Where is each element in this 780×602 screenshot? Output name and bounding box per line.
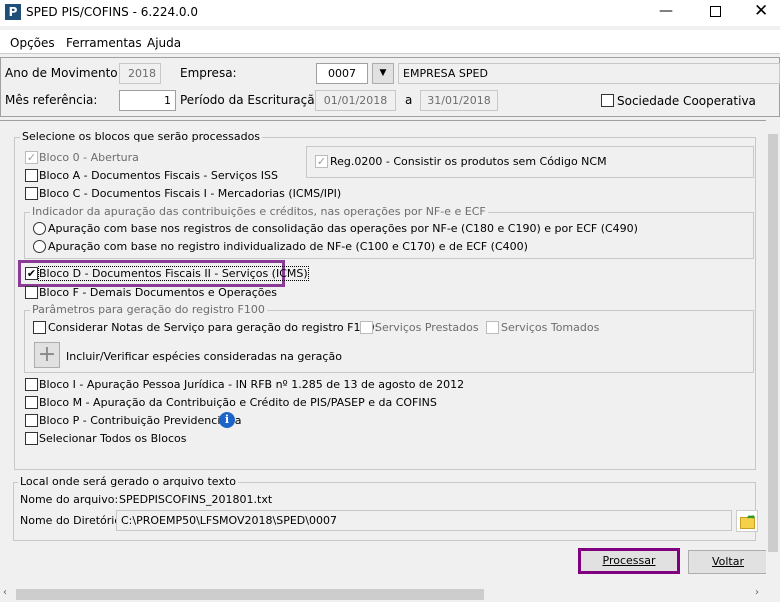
radio-consolidacao[interactable] xyxy=(33,222,46,235)
reg0200-label: Reg.0200 - Consistir os produtos sem Cód… xyxy=(330,155,607,168)
blocoD-label: Bloco D - Documentos Fiscais II - Serviç… xyxy=(38,266,309,281)
incluir-label: Incluir/Verificar espécies consideradas … xyxy=(66,350,342,363)
diretorio-field[interactable]: C:\PROEMP50\LFSMOV2018\SPED\0007 xyxy=(116,510,732,531)
blocoI-label: Bloco I - Apuração Pessoa Jurídica - IN … xyxy=(39,378,465,391)
nome-arquivo-value: SPEDPISCOFINS_201801.txt xyxy=(119,493,273,506)
title-bar: P SPED PIS/COFINS - 6.224.0.0 — ✕ xyxy=(0,0,780,26)
menu-ajuda[interactable]: Ajuda xyxy=(147,36,181,50)
blocoF-checkbox[interactable] xyxy=(25,286,38,299)
empresa-dropdown-button[interactable]: ▼ xyxy=(372,63,394,84)
blocoA-checkbox[interactable] xyxy=(25,169,38,182)
arquivo-group-label: Local onde será gerado o arquivo texto xyxy=(18,475,238,488)
bloco0-checkbox: ✓ xyxy=(25,151,38,164)
menu-bar: Opções Ferramentas Ajuda xyxy=(0,30,780,54)
blocos-group-label: Selecione os blocos que serão processado… xyxy=(20,130,263,143)
diretorio-label: Nome do Diretório: xyxy=(20,514,125,527)
voltar-button[interactable]: Voltar xyxy=(688,550,768,574)
mes-field[interactable]: 1 xyxy=(119,90,176,111)
blocoP-label: Bloco P - Contribuição Previdenciária xyxy=(39,414,242,427)
tomados-checkbox xyxy=(486,321,499,334)
f100-group-label: Parâmetros para geração do registro F100 xyxy=(30,303,267,316)
periodo-inicio-field: 01/01/2018 xyxy=(315,90,396,111)
horizontal-scrollbar[interactable]: ‹ › xyxy=(0,587,766,602)
empresa-code-field[interactable]: 0007 xyxy=(316,63,368,84)
mes-label: Mês referência: xyxy=(5,93,98,107)
radio-individualizado[interactable] xyxy=(33,240,46,253)
tomados-label: Serviços Tomados xyxy=(501,321,600,334)
ano-field: 2018 xyxy=(119,63,161,84)
empresa-label: Empresa: xyxy=(180,66,237,80)
cooperativa-checkbox[interactable] xyxy=(601,94,614,107)
folder-icon[interactable]: ➦ xyxy=(736,510,758,532)
todos-checkbox[interactable] xyxy=(25,432,38,445)
cooperativa-label: Sociedade Cooperativa xyxy=(617,94,756,108)
blocoA-label: Bloco A - Documentos Fiscais - Serviços … xyxy=(39,169,278,182)
f100-label: Considerar Notas de Serviço para geração… xyxy=(48,321,379,334)
periodo-sep: a xyxy=(405,93,413,107)
info-icon[interactable]: i xyxy=(219,412,235,428)
ano-label: Ano de Movimento: xyxy=(5,66,122,80)
blocoM-label: Bloco M - Apuração da Contribuição e Cré… xyxy=(39,396,437,409)
blocoM-checkbox[interactable] xyxy=(25,396,38,409)
app-logo-icon: P xyxy=(5,4,21,20)
f100-group xyxy=(24,310,754,373)
prestados-checkbox xyxy=(360,321,373,334)
processar-button[interactable]: Processar xyxy=(578,548,680,574)
blocoC-label: Bloco C - Documentos Fiscais I - Mercado… xyxy=(39,187,342,200)
bloco0-label: Bloco 0 - Abertura xyxy=(39,151,139,164)
minimize-icon[interactable]: — xyxy=(659,3,673,19)
close-icon[interactable]: ✕ xyxy=(754,1,768,21)
window-title: SPED PIS/COFINS - 6.224.0.0 xyxy=(26,5,198,19)
empresa-name-field: EMPRESA SPED xyxy=(398,63,780,84)
periodo-label: Período da Escrituração: xyxy=(180,93,326,107)
radio-consolidacao-label: Apuração com base nos registros de conso… xyxy=(48,222,638,235)
periodo-fim-field: 31/01/2018 xyxy=(420,90,498,111)
blocoC-checkbox[interactable] xyxy=(25,187,38,200)
nome-arquivo-label: Nome do arquivo: xyxy=(20,493,119,506)
prestados-label: Serviços Prestados xyxy=(375,321,479,334)
maximize-icon[interactable] xyxy=(710,6,721,17)
blocoI-checkbox[interactable] xyxy=(25,378,38,391)
incluir-plus-button[interactable]: + xyxy=(34,342,60,368)
todos-label: Selecionar Todos os Blocos xyxy=(39,432,187,445)
menu-ferramentas[interactable]: Ferramentas xyxy=(66,36,142,50)
f100-checkbox[interactable] xyxy=(33,321,46,334)
vertical-scrollbar[interactable] xyxy=(766,120,780,587)
reg0200-checkbox: ✓ xyxy=(315,155,328,168)
indicador-label: Indicador da apuração das contribuições … xyxy=(30,205,488,218)
menu-opcoes[interactable]: Opções xyxy=(10,36,55,50)
radio-individualizado-label: Apuração com base no registro individual… xyxy=(48,240,528,253)
blocoP-checkbox[interactable] xyxy=(25,414,38,427)
blocoD-checkbox[interactable]: ✔ xyxy=(25,267,38,280)
blocoF-label: Bloco F - Demais Documentos e Operações xyxy=(39,286,278,299)
